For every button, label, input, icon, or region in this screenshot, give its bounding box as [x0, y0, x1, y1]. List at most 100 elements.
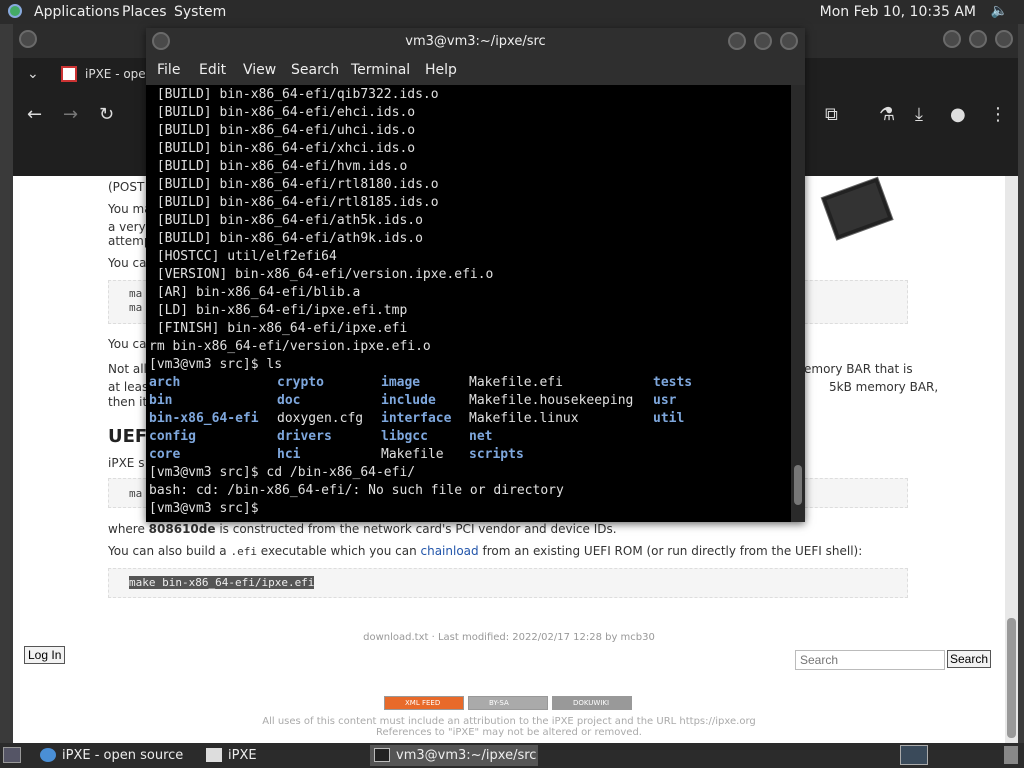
terminal-screen[interactable]: [BUILD] bin-x86_64-efi/qib7322.ids.o [BU…: [146, 85, 791, 522]
back-icon[interactable]: ←: [27, 104, 42, 125]
trash-icon[interactable]: [1004, 746, 1018, 764]
task-ipxe[interactable]: iPXE: [202, 745, 362, 766]
license-line: All uses of this content must include an…: [262, 716, 756, 727]
ls-entry: bin-x86_64-efi: [149, 411, 259, 426]
terminal-line: [HOSTCC] util/elf2efi64: [149, 249, 337, 264]
terminal-prompt: [vm3@vm3 src]$: [149, 501, 267, 516]
close-button[interactable]: [995, 30, 1013, 48]
extensions-icon[interactable]: ⧉: [825, 104, 838, 125]
ls-entry: Makefile.housekeeping: [469, 393, 634, 408]
terminal-line: [AR] bin-x86_64-efi/blib.a: [149, 285, 361, 300]
text-where-prefix: where: [108, 522, 149, 536]
terminal-maximize-button[interactable]: [754, 32, 772, 50]
ls-entry: Makefile.efi: [469, 375, 563, 390]
text-you-may: You ma: [108, 202, 152, 216]
minimize-button[interactable]: [943, 30, 961, 48]
text-not-all: Not all: [108, 362, 147, 376]
pci-id: 808610de: [148, 522, 216, 536]
rss-feed-badge[interactable]: XML FEED: [384, 696, 464, 710]
labs-flask-icon[interactable]: ⚗: [879, 104, 895, 125]
page-meta: download.txt · Last modified: 2022/02/17…: [363, 632, 655, 643]
code-line: ma: [129, 287, 143, 300]
terminal-line: [FINISH] bin-x86_64-efi/ipxe.efi: [149, 321, 408, 336]
system-menu[interactable]: System: [174, 4, 226, 20]
top-panel: Applications Places System Mon Feb 10, 1…: [0, 0, 1024, 24]
terminal-minimize-button[interactable]: [728, 32, 746, 50]
ls-entry: include: [381, 393, 436, 408]
tab-ipxe[interactable]: iPXE - ope: [85, 67, 146, 81]
text-ipxe-supports: iPXE s: [108, 456, 145, 470]
dokuwiki-badge[interactable]: DOKUWIKI: [552, 696, 632, 710]
cc-by-sa-badge[interactable]: BY-SA: [468, 696, 548, 710]
menu-file[interactable]: File: [157, 62, 180, 78]
task-terminal[interactable]: vm3@vm3:~/ipxe/src: [370, 745, 538, 766]
menu-search[interactable]: Search: [291, 62, 339, 78]
terminal-scrollbar[interactable]: [791, 85, 805, 522]
maximize-button[interactable]: [969, 30, 987, 48]
menu-terminal[interactable]: Terminal: [351, 62, 410, 78]
text-post: (POST: [108, 180, 145, 194]
search-button[interactable]: Search: [947, 650, 992, 668]
terminal-line: [VERSION] bin-x86_64-efi/version.ipxe.ef…: [149, 267, 494, 282]
ls-entry: libgcc: [381, 429, 428, 444]
terminal-line: [BUILD] bin-x86_64-efi/ath9k.ids.o: [149, 231, 423, 246]
text-also-suffix: from an existing UEFI ROM (or run direct…: [478, 544, 863, 558]
ls-entry: scripts: [469, 447, 524, 462]
page-scrollbar-thumb[interactable]: [1007, 618, 1016, 738]
ls-entry: doc: [277, 393, 301, 408]
profile-avatar-icon[interactable]: ●: [950, 104, 966, 125]
tab-list-chevron-icon[interactable]: ⌄: [27, 66, 39, 82]
menu-edit[interactable]: Edit: [199, 62, 226, 78]
places-menu[interactable]: Places: [122, 4, 167, 20]
menu-help[interactable]: Help: [425, 62, 457, 78]
terminal-close-button[interactable]: [780, 32, 798, 50]
window-menu-button[interactable]: [19, 30, 37, 48]
terminal-line: [BUILD] bin-x86_64-efi/ehci.ids.o: [149, 105, 416, 120]
text-attempt: attemp: [108, 234, 152, 248]
terminal-line: [vm3@vm3 src]$ ls: [149, 357, 283, 372]
terminal-title: vm3@vm3:~/ipxe/src: [405, 34, 546, 49]
menu-view[interactable]: View: [243, 62, 276, 78]
reload-icon[interactable]: ↻: [99, 104, 114, 125]
terminal-line: [BUILD] bin-x86_64-efi/uhci.ids.o: [149, 123, 416, 138]
ls-entry: config: [149, 429, 196, 444]
task-label: iPXE: [228, 748, 257, 763]
task-label: iPXE - open source ...: [62, 748, 184, 763]
show-desktop-icon[interactable]: [3, 747, 21, 763]
ls-entry: crypto: [277, 375, 324, 390]
chainload-link[interactable]: chainload: [421, 544, 479, 558]
terminal-line: bash: cd: /bin-x86_64-efi/: No such file…: [149, 483, 564, 498]
search-input[interactable]: [795, 650, 945, 670]
terminal-window: vm3@vm3:~/ipxe/src File Edit View Search…: [146, 28, 805, 522]
license-notice: All uses of this content must include an…: [13, 716, 1005, 738]
applications-icon[interactable]: [8, 4, 22, 18]
speaker-icon[interactable]: 🔈: [991, 3, 1008, 19]
workspace-switcher[interactable]: [900, 745, 928, 765]
terminal-titlebar[interactable]: vm3@vm3:~/ipxe/src: [146, 28, 805, 56]
forward-icon[interactable]: →: [63, 104, 78, 125]
terminal-line: [BUILD] bin-x86_64-efi/hvm.ids.o: [149, 159, 408, 174]
task-label: vm3@vm3:~/ipxe/src: [396, 748, 537, 763]
inline-code-efi: .efi: [230, 545, 257, 558]
ls-entry: interface: [381, 411, 452, 426]
more-menu-icon[interactable]: ⋮: [989, 104, 1007, 125]
ls-entry: bin: [149, 393, 173, 408]
ls-entry: Makefile: [381, 447, 444, 462]
login-button[interactable]: Log In: [24, 646, 66, 664]
license-line: References to "iPXE" may not be altered …: [376, 727, 642, 738]
text-memory-bar: emory BAR that is: [804, 362, 913, 376]
ls-entry: usr: [653, 393, 677, 408]
ls-entry: util: [653, 411, 685, 426]
terminal-line: [vm3@vm3 src]$ cd /bin-x86_64-efi/: [149, 465, 416, 480]
clock[interactable]: Mon Feb 10, 10:35 AM: [820, 4, 976, 20]
terminal-line: [BUILD] bin-x86_64-efi/ath5k.ids.o: [149, 213, 423, 228]
page-scrollbar[interactable]: [1005, 176, 1018, 743]
terminal-line: [LD] bin-x86_64-efi/ipxe.efi.tmp: [149, 303, 408, 318]
download-icon[interactable]: ⤓: [915, 104, 923, 125]
applications-menu[interactable]: Applications: [34, 4, 120, 20]
terminal-line: rm bin-x86_64-efi/version.ipxe.efi.o: [149, 339, 431, 354]
terminal-scrollbar-thumb[interactable]: [794, 465, 802, 505]
ipxe-favicon-icon: [61, 66, 77, 82]
task-browser[interactable]: iPXE - open source ...: [36, 745, 196, 766]
ls-entry: Makefile.linux: [469, 411, 579, 426]
